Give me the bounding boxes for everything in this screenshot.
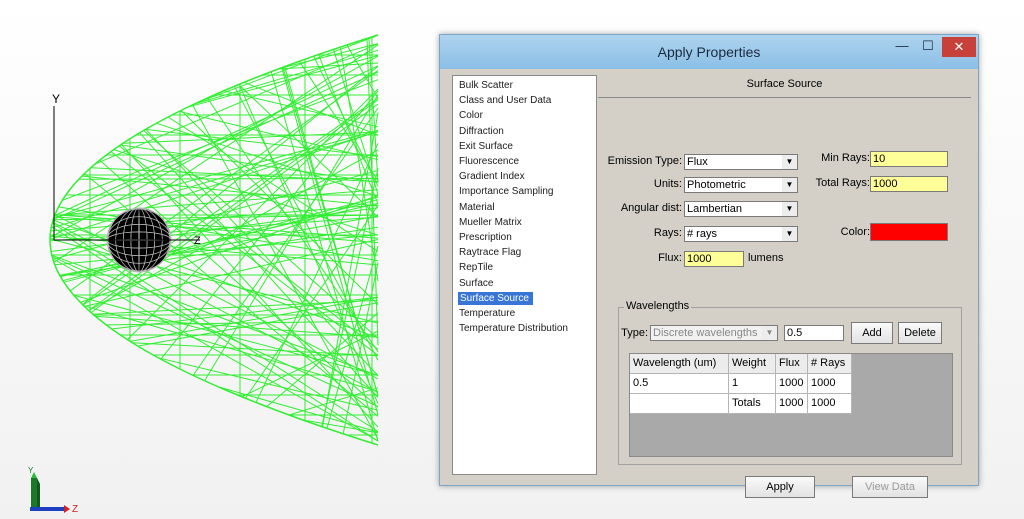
property-item[interactable]: Material xyxy=(459,201,495,214)
property-item[interactable]: Color xyxy=(459,109,483,122)
wavelength-type-value: Discrete wavelengths xyxy=(653,327,758,339)
property-item[interactable]: Bulk Scatter xyxy=(459,79,513,92)
ray-line xyxy=(94,43,379,165)
axis-y-label: Y xyxy=(52,92,60,106)
flux-unit: lumens xyxy=(748,252,784,264)
wavelength-input[interactable]: 0.5 xyxy=(784,325,844,341)
rays-select[interactable]: # rays ▼ xyxy=(684,226,798,242)
axis-triad-icon: Y Z xyxy=(28,466,78,514)
units-value: Photometric xyxy=(687,179,746,191)
angular-dist-label: Angular dist: xyxy=(620,202,682,214)
color-label: Color: xyxy=(840,226,870,238)
table-header-cell: Wavelength (um) xyxy=(630,354,729,374)
ray-line xyxy=(187,55,379,108)
chevron-down-icon: ▼ xyxy=(782,227,797,241)
wavelengths-group-label: Wavelengths xyxy=(624,300,692,312)
property-item[interactable]: RepTile xyxy=(459,261,493,274)
rays-value: # rays xyxy=(687,228,717,240)
emission-type-select[interactable]: Flux ▼ xyxy=(684,154,798,170)
color-swatch[interactable] xyxy=(870,223,948,241)
chevron-down-icon: ▼ xyxy=(782,178,797,192)
ray-line xyxy=(52,258,379,442)
flux-label: Flux: xyxy=(658,252,682,264)
min-rays-value: 10 xyxy=(873,153,886,165)
property-item[interactable]: Temperature Distribution xyxy=(459,322,568,335)
ray-line xyxy=(62,79,379,201)
triad-z-label: Z xyxy=(72,504,78,514)
dialog-content: Bulk Scatter Class and User Data Color Diff… xyxy=(448,71,971,498)
rays-label: Rays: xyxy=(653,227,682,239)
wavelength-type-label: Type: xyxy=(621,327,648,339)
units-label: Units: xyxy=(653,178,682,190)
chevron-down-icon: ▼ xyxy=(782,202,797,216)
table-cell[interactable] xyxy=(630,394,729,414)
table-cell[interactable]: 1000 xyxy=(808,374,852,394)
ray-line xyxy=(193,49,379,105)
table-cell[interactable]: 1 xyxy=(729,374,776,394)
emission-type-value: Flux xyxy=(687,156,708,168)
table-cell[interactable]: 0.5 xyxy=(630,374,729,394)
property-item[interactable]: Importance Sampling xyxy=(459,185,554,198)
property-item[interactable]: Raytrace Flag xyxy=(459,246,521,259)
flux-value: 1000 xyxy=(687,253,712,265)
property-item[interactable]: Exit Surface xyxy=(459,140,513,153)
property-list[interactable]: Bulk Scatter Class and User Data Color Diff… xyxy=(452,75,597,475)
property-item[interactable]: Surface Source xyxy=(458,291,533,305)
ray-line xyxy=(139,132,379,398)
table-cell[interactable]: Totals xyxy=(729,394,776,414)
min-rays-input[interactable]: 10 xyxy=(870,151,948,167)
apply-properties-dialog: Apply Properties — ☐ ✕ Bulk Scatter Class… xyxy=(439,34,979,498)
wavelength-table[interactable]: Wavelength (um) Weight Flux # Rays 0.5 1 1000 1… xyxy=(629,353,953,457)
wavelength-type-select[interactable]: Discrete wavelengths ▼ xyxy=(650,325,778,341)
angular-dist-value: Lambertian xyxy=(687,203,743,215)
table-header-cell: Weight xyxy=(729,354,776,374)
minimize-button[interactable]: — xyxy=(889,37,915,57)
ray-line xyxy=(95,315,379,338)
units-select[interactable]: Photometric ▼ xyxy=(684,177,798,193)
angular-dist-select[interactable]: Lambertian ▼ xyxy=(684,201,798,217)
property-item[interactable]: Fluorescence xyxy=(459,155,519,168)
close-button[interactable]: ✕ xyxy=(942,37,976,57)
panel-title: Surface Source xyxy=(598,71,971,98)
ray-line xyxy=(99,159,379,408)
apply-button[interactable]: Apply xyxy=(745,476,815,498)
chevron-down-icon: ▼ xyxy=(762,326,777,340)
chevron-down-icon: ▼ xyxy=(782,155,797,169)
property-item[interactable]: Diffraction xyxy=(459,125,504,138)
total-rays-input[interactable]: 1000 xyxy=(870,176,948,192)
total-rays-value: 1000 xyxy=(873,178,898,190)
flux-input[interactable]: 1000 xyxy=(684,251,744,267)
axis-z-label: Z xyxy=(194,235,201,247)
property-item[interactable]: Mueller Matrix xyxy=(459,216,522,229)
table-cell[interactable]: 1000 xyxy=(776,394,808,414)
emission-type-label: Emission Type: xyxy=(607,155,682,167)
property-item[interactable]: Surface xyxy=(459,277,493,290)
dialog-titlebar[interactable]: Apply Properties — ☐ ✕ xyxy=(440,35,978,69)
wavelength-input-value: 0.5 xyxy=(787,327,803,339)
triad-y-label: Y xyxy=(28,466,34,475)
property-item[interactable]: Gradient Index xyxy=(459,170,525,183)
view-data-button[interactable]: View Data xyxy=(852,476,928,498)
delete-wavelength-button[interactable]: Delete xyxy=(898,322,942,344)
ray-line xyxy=(197,34,379,103)
min-rays-label: Min Rays: xyxy=(821,152,870,164)
total-rays-label: Total Rays: xyxy=(815,177,870,189)
add-wavelength-button[interactable]: Add xyxy=(851,322,893,344)
property-item[interactable]: Prescription xyxy=(459,231,512,244)
property-item[interactable]: Class and User Data xyxy=(459,94,551,107)
maximize-button[interactable]: ☐ xyxy=(915,37,941,57)
table-cell[interactable]: 1000 xyxy=(808,394,852,414)
property-item[interactable]: Temperature xyxy=(459,307,515,320)
table-header-cell: Flux xyxy=(776,354,808,374)
table-header-cell: # Rays xyxy=(808,354,852,374)
table-cell[interactable]: 1000 xyxy=(776,374,808,394)
